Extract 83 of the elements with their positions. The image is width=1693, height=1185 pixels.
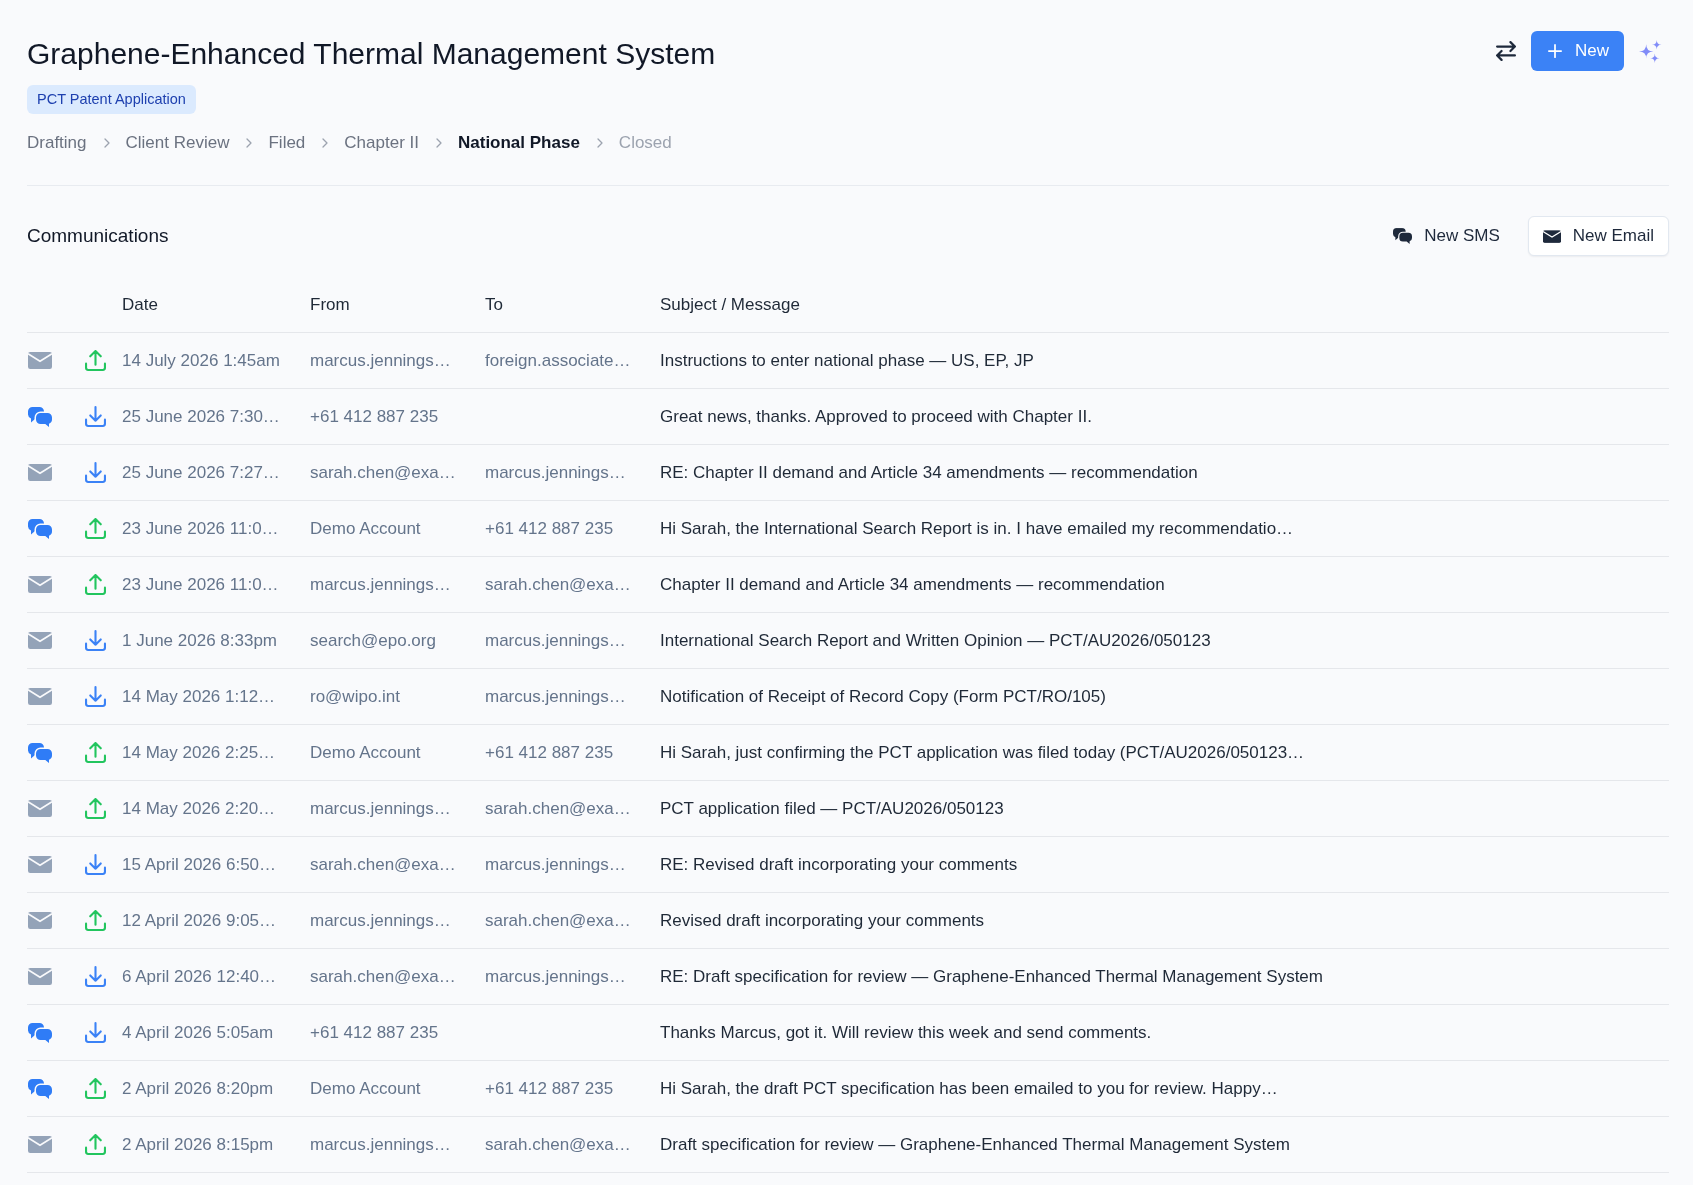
table-cell: 6 April 2026 12:40… bbox=[122, 966, 277, 987]
type-badge: PCT Patent Application bbox=[27, 85, 196, 114]
table-cell: 2 April 2026 8:15pm bbox=[122, 1134, 274, 1155]
table-cell: 12 April 2026 9:05… bbox=[122, 910, 277, 931]
table-cell: sarah.chen@exa… bbox=[485, 1134, 631, 1155]
table-cell: +61 412 887 235 bbox=[310, 1022, 439, 1043]
table-cell: International Search Report and Written Opinion — PCT/AU2026/050123 bbox=[660, 630, 1211, 651]
table-cell: marcus.jennings… bbox=[310, 798, 451, 819]
table-cell: RE: Draft specification for review — Graphene-Enhanced Thermal Management System bbox=[660, 966, 1323, 987]
table-cell: PCT application filed — PCT/AU2026/050123 bbox=[660, 798, 1004, 819]
table-cell: 25 June 2026 7:27… bbox=[122, 462, 280, 483]
chevron-right-icon bbox=[103, 138, 110, 148]
table-cell: Draft specification for review — Graphene-Enhanced Thermal Management System bbox=[660, 1134, 1290, 1155]
table-cell: search@epo.org bbox=[310, 630, 436, 651]
table-cell: marcus.jennings… bbox=[485, 966, 626, 987]
table-cell: marcus.jennings… bbox=[310, 574, 451, 595]
table-cell: marcus.jennings… bbox=[310, 350, 451, 371]
table-cell: sarah.chen@exa… bbox=[310, 966, 456, 987]
table-cell: 2 April 2026 8:20pm bbox=[122, 1078, 274, 1099]
table-cell: Revised draft incorporating your comments bbox=[660, 910, 985, 931]
table-cell: ro@wipo.int bbox=[310, 686, 400, 707]
table-cell: 14 May 2026 1:12… bbox=[122, 686, 276, 707]
table-cell: marcus.jennings… bbox=[485, 462, 626, 483]
plus-icon bbox=[1548, 44, 1562, 58]
table-cell: sarah.chen@exa… bbox=[485, 910, 631, 931]
column-header[interactable]: Subject / Message bbox=[660, 295, 800, 315]
table-cell: 23 June 2026 11:0… bbox=[122, 518, 279, 539]
new-sms-button[interactable]: New SMS bbox=[1378, 216, 1515, 256]
table-cell: 23 June 2026 11:0… bbox=[122, 574, 279, 595]
table-cell: marcus.jennings… bbox=[485, 854, 626, 875]
page-title: Graphene-Enhanced Thermal Management System bbox=[27, 36, 716, 72]
table-cell: RE: Chapter II demand and Article 34 amendments — recommendation bbox=[660, 462, 1198, 483]
table-cell: marcus.jennings… bbox=[310, 1134, 451, 1155]
chat-bubbles-icon bbox=[1393, 228, 1413, 244]
table-cell: sarah.chen@exa… bbox=[310, 854, 456, 875]
table-cell: Demo Account bbox=[310, 518, 421, 539]
new-email-button[interactable]: New Email bbox=[1527, 216, 1669, 256]
table-cell: sarah.chen@exa… bbox=[485, 574, 631, 595]
column-header[interactable]: Date bbox=[122, 295, 158, 315]
stage-tab[interactable]: Drafting bbox=[27, 132, 87, 154]
table-cell: 4 April 2026 5:05am bbox=[122, 1022, 274, 1043]
swap-arrows-icon[interactable] bbox=[1496, 41, 1516, 61]
table-cell: Demo Account bbox=[310, 742, 421, 763]
table-cell: 14 May 2026 2:20… bbox=[122, 798, 276, 819]
envelope-icon bbox=[1542, 229, 1561, 243]
column-header[interactable]: To bbox=[485, 295, 503, 315]
table-cell: Demo Account bbox=[310, 1078, 421, 1099]
stage-tab[interactable]: Filed bbox=[268, 132, 306, 154]
new-button[interactable]: New bbox=[1531, 31, 1624, 71]
stage-tab[interactable]: Chapter II bbox=[344, 132, 419, 154]
chevron-right-icon bbox=[436, 138, 442, 148]
column-header[interactable]: From bbox=[310, 295, 350, 315]
stage-tab[interactable]: Client Review bbox=[125, 132, 230, 154]
table-cell: sarah.chen@exa… bbox=[485, 798, 631, 819]
table-cell: +61 412 887 235 bbox=[485, 518, 614, 539]
table-cell: 25 June 2026 7:30… bbox=[122, 406, 280, 427]
table-cell: Thanks Marcus, got it. Will review this week and send comments. bbox=[660, 1022, 1152, 1043]
table-cell: Hi Sarah, the draft PCT specification has been emailed to you for review. Happy… bbox=[660, 1078, 1278, 1099]
table-cell: marcus.jennings… bbox=[310, 910, 451, 931]
chevron-right-icon bbox=[246, 138, 253, 148]
table-cell: 14 May 2026 2:25… bbox=[122, 742, 276, 763]
sparkle-icon[interactable] bbox=[1639, 39, 1662, 63]
table-cell: Instructions to enter national phase — US, EP, JP bbox=[660, 350, 1034, 371]
table-cell: Notification of Receipt of Record Copy (Form PCT/RO/105) bbox=[660, 686, 1106, 707]
chevron-right-icon bbox=[596, 138, 603, 148]
table-cell: +61 412 887 235 bbox=[485, 742, 614, 763]
table-cell: +61 412 887 235 bbox=[485, 1078, 614, 1099]
table-cell: +61 412 887 235 bbox=[310, 406, 439, 427]
stage-tab[interactable]: National Phase bbox=[458, 132, 580, 154]
table-cell: Chapter II demand and Article 34 amendments — recommendation bbox=[660, 574, 1165, 595]
table-cell: Hi Sarah, the International Search Report is in. I have emailed my recommendatio… bbox=[660, 518, 1294, 539]
table-cell: marcus.jennings… bbox=[485, 630, 626, 651]
chevron-right-icon bbox=[322, 138, 329, 148]
section-title: Communications bbox=[27, 225, 169, 247]
table-cell: marcus.jennings… bbox=[485, 686, 626, 707]
table-cell: sarah.chen@exa… bbox=[310, 462, 456, 483]
table-cell: Great news, thanks. Approved to proceed with Chapter II. bbox=[660, 406, 1092, 427]
table-cell: 1 June 2026 8:33pm bbox=[122, 630, 277, 651]
table-cell: RE: Revised draft incorporating your comments bbox=[660, 854, 1018, 875]
table-cell: foreign.associate… bbox=[485, 350, 631, 371]
table-cell: Hi Sarah, just confirming the PCT application was filed today (PCT/AU2026/050123… bbox=[660, 742, 1305, 763]
table-cell: 15 April 2026 6:50… bbox=[122, 854, 277, 875]
table-cell: 14 July 2026 1:45am bbox=[122, 350, 280, 371]
